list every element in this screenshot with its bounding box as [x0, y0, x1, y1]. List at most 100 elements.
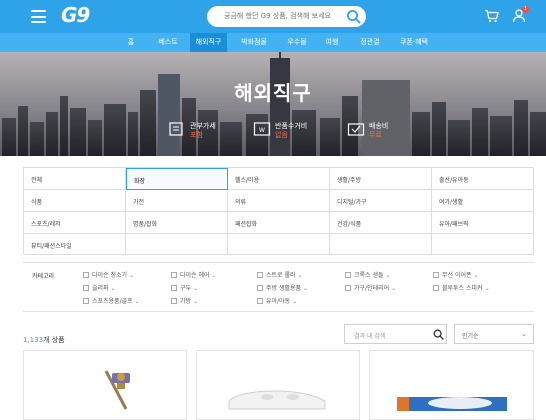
- search-icon[interactable]: [433, 329, 444, 340]
- hero-banner: 해외직구 관부가세 포함 W 반품수거비 없음 배송비 무료: [0, 52, 546, 156]
- category-item[interactable]: 명품/잡화: [126, 212, 228, 234]
- category-item[interactable]: 가전: [126, 190, 228, 212]
- benefit-delivery-value: 무료: [369, 131, 382, 139]
- product-count-suffix: 개 상품: [43, 336, 65, 344]
- filter-label: 다이슨 청소기: [92, 272, 128, 279]
- filter-checkbox[interactable]: 스트로 롤러 ⌄: [257, 270, 303, 279]
- checkbox-box[interactable]: [257, 285, 263, 291]
- chevron-down-icon: ⌄: [303, 285, 309, 292]
- filter-label: 스트로 롤러: [266, 272, 296, 279]
- checkbox-box[interactable]: [257, 298, 263, 304]
- sort-select[interactable]: 인기순 ⌄: [454, 324, 534, 344]
- nav-regular[interactable]: 정관결: [352, 33, 388, 52]
- nav-travel[interactable]: 여행: [318, 33, 346, 52]
- filter-label: 유아/아동: [266, 298, 291, 305]
- checkbox-box[interactable]: [171, 285, 177, 291]
- page-title: 해외직구: [234, 81, 312, 105]
- checkbox-box[interactable]: [345, 272, 351, 278]
- vacuum-cleaner-image: [104, 370, 130, 410]
- chevron-down-icon: ⌄: [110, 285, 116, 292]
- chevron-down-icon: ⌄: [391, 285, 397, 292]
- filter-checkbox[interactable]: 다이슨 헤어 ⌄: [171, 270, 217, 279]
- filter-label: 무선 이어폰: [442, 272, 472, 279]
- filter-checkbox[interactable]: 슬리퍼 ⌄: [83, 283, 116, 292]
- category-item[interactable]: 패션잡화: [228, 212, 330, 234]
- filter-checkbox[interactable]: 스포츠용품/골프 ⌄: [83, 296, 140, 305]
- category-item[interactable]: 식품: [24, 190, 126, 212]
- product-count-number: 1,133: [23, 336, 44, 344]
- checkbox-box[interactable]: [171, 272, 177, 278]
- category-item[interactable]: 여가/생활: [432, 190, 534, 212]
- sort-label: 인기순: [462, 333, 479, 340]
- notification-badge: 1: [522, 6, 529, 13]
- product-card[interactable]: [196, 350, 360, 420]
- nav-home[interactable]: 홈: [118, 33, 144, 52]
- filter-label: 가방: [180, 298, 192, 305]
- checkbox-box[interactable]: [433, 285, 439, 291]
- filter-label: 주방 생활용품: [266, 285, 302, 292]
- category-item[interactable]: 의류: [228, 190, 330, 212]
- chevron-down-icon: ⌄: [129, 272, 135, 279]
- filter-checkbox[interactable]: 구두 ⌄: [171, 283, 198, 292]
- filter-checkbox[interactable]: 유아/아동 ⌄: [257, 296, 297, 305]
- filter-label: 다이슨 헤어: [180, 272, 210, 279]
- chevron-down-icon: ⌄: [484, 285, 490, 292]
- category-item[interactable]: 생활/주방: [330, 168, 432, 190]
- category-item[interactable]: 유아/패브릭: [432, 212, 534, 234]
- benefit-return: W 반품수거비 없음: [253, 118, 323, 140]
- nav-premium-mall[interactable]: 우수몰: [282, 33, 312, 52]
- category-item[interactable]: 뷰티/패션스타일: [24, 234, 126, 255]
- chevron-down-icon: ⌄: [297, 272, 303, 279]
- chevron-down-icon: ⌄: [292, 298, 298, 305]
- filter-label: 스포츠용품/골프: [92, 298, 133, 305]
- filter-checkbox[interactable]: 블루투스 스피커 ⌄: [433, 283, 490, 292]
- filter-label: 크록스 샌들: [354, 272, 384, 279]
- filter-title: 카테고리: [32, 273, 55, 280]
- category-item[interactable]: 건강/식품: [330, 212, 432, 234]
- filter-checkbox[interactable]: 주방 생활용품 ⌄: [257, 283, 308, 292]
- category-item[interactable]: 헬스/미용: [228, 168, 330, 190]
- shoe-image: [228, 390, 326, 410]
- benefit-tax-value: 포함: [190, 131, 203, 139]
- category-item-selected[interactable]: 화장: [126, 168, 228, 190]
- category-item[interactable]: 출산/유아동: [432, 168, 534, 190]
- nav-coupon-benefit[interactable]: 쿠폰·혜택: [394, 33, 434, 52]
- category-item[interactable]: 전체: [24, 168, 126, 190]
- benefit-delivery: 배송비 무료: [347, 118, 417, 140]
- product-count: 1,133개 상품: [23, 335, 65, 345]
- chevron-down-icon: ⌄: [134, 298, 140, 305]
- menu-icon[interactable]: [31, 10, 46, 23]
- search-icon[interactable]: [345, 8, 362, 25]
- checkbox-box[interactable]: [171, 298, 177, 304]
- checkbox-box[interactable]: [83, 272, 89, 278]
- category-item[interactable]: 디지털/가구: [330, 190, 432, 212]
- nav-overseas-direct[interactable]: 해외직구: [190, 33, 227, 52]
- checkbox-box[interactable]: [83, 298, 89, 304]
- search-input[interactable]: 궁금해 했던 G9 상품, 검색해 보세요: [207, 6, 366, 27]
- benefit-return-value: 없음: [275, 131, 288, 139]
- nav-best[interactable]: 베스트: [150, 33, 186, 52]
- benefit-tax: 관부가세 포함: [168, 118, 228, 140]
- filter-checkbox[interactable]: 크록스 샌들 ⌄: [345, 270, 391, 279]
- checkbox-box[interactable]: [433, 272, 439, 278]
- filter-checkbox[interactable]: 가구/인테리어 ⌄: [345, 283, 396, 292]
- filter-checkbox[interactable]: 무선 이어폰 ⌄: [433, 270, 479, 279]
- checkbox-box[interactable]: [257, 272, 263, 278]
- checkbox-box[interactable]: [345, 285, 351, 291]
- nav-department-store[interactable]: 박화점몰: [232, 33, 276, 52]
- cart-icon[interactable]: [484, 9, 499, 23]
- product-card[interactable]: [369, 350, 534, 420]
- category-cell-empty: [330, 234, 432, 255]
- result-search-input[interactable]: 결과 내 검색: [344, 324, 447, 344]
- search-placeholder: 궁금해 했던 G9 상품, 검색해 보세요: [224, 12, 331, 20]
- result-search-placeholder: 결과 내 검색: [354, 333, 386, 340]
- checkbox-box[interactable]: [83, 285, 89, 291]
- category-cell-empty: [228, 234, 330, 255]
- category-item[interactable]: 스포츠/레저: [24, 212, 126, 234]
- chevron-down-icon: ⌄: [473, 272, 479, 279]
- logo[interactable]: G9: [61, 3, 90, 27]
- filter-checkbox[interactable]: 가방 ⌄: [171, 296, 198, 305]
- product-card[interactable]: [23, 350, 187, 420]
- svg-text:W: W: [259, 127, 265, 134]
- filter-checkbox[interactable]: 다이슨 청소기 ⌄: [83, 270, 134, 279]
